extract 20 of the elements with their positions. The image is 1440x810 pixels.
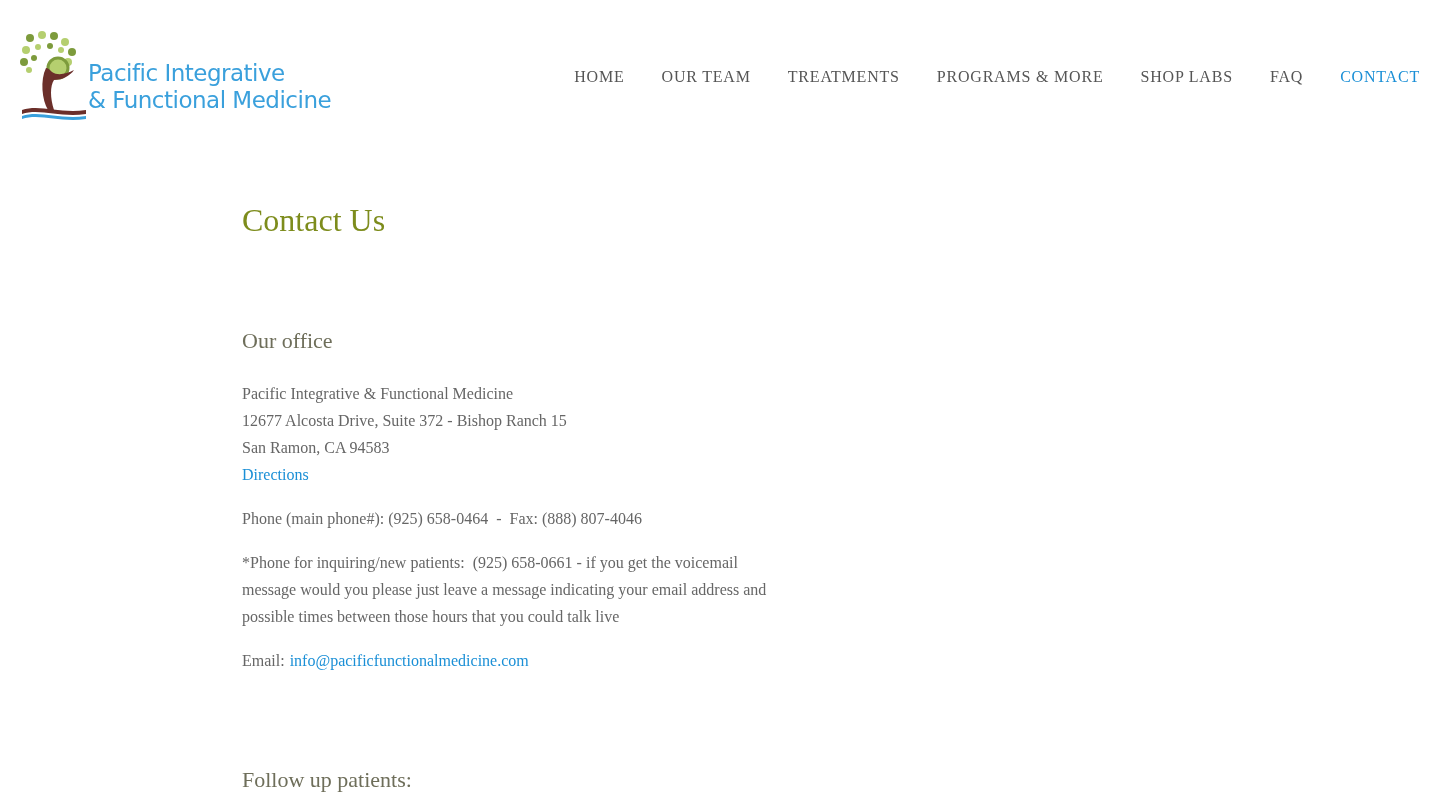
nav-link[interactable]: CONTACT: [1340, 65, 1420, 89]
phone-text: Phone (main phone#): (925) 658-0464 - Fax: (888) 807-4046: [242, 509, 643, 530]
email-label: Email:: [242, 651, 285, 671]
section-heading: Our office: [242, 330, 334, 352]
nav-link[interactable]: HOME: [574, 65, 625, 89]
nav-link[interactable]: PROGRAMS & MORE: [936, 65, 1104, 89]
email-link[interactable]: info@pacificfunctionalmedicine.com: [289, 647, 529, 674]
address-line: 12677 Alcosta Drive, Suite 372 - Bishop Ranch 15: [242, 411, 568, 432]
nav-link[interactable]: TREATMENTS: [787, 65, 900, 89]
nav-link[interactable]: SHOP LABS: [1140, 65, 1233, 89]
nav-link[interactable]: OUR TEAM: [661, 65, 751, 89]
directions-link[interactable]: Directions: [242, 461, 309, 488]
logo-text: & Functional Medicine: [88, 87, 332, 114]
address-line: San Ramon, CA 94583: [242, 438, 391, 458]
new-patients-text: *Phone for inquiring/new patients: (925) 658-0661 - if you get the voicemail message would you please just leave a message indicating your email address and possible times between those hours that you could talk live: [242, 553, 768, 628]
page-title: Contact Us: [242, 204, 387, 236]
address-line: Pacific Integrative & Functional Medicine: [242, 384, 515, 405]
section-heading: Follow up patients:: [242, 769, 413, 791]
nav-link[interactable]: FAQ: [1269, 65, 1304, 89]
logo-text: Pacific Integrative: [88, 60, 286, 87]
